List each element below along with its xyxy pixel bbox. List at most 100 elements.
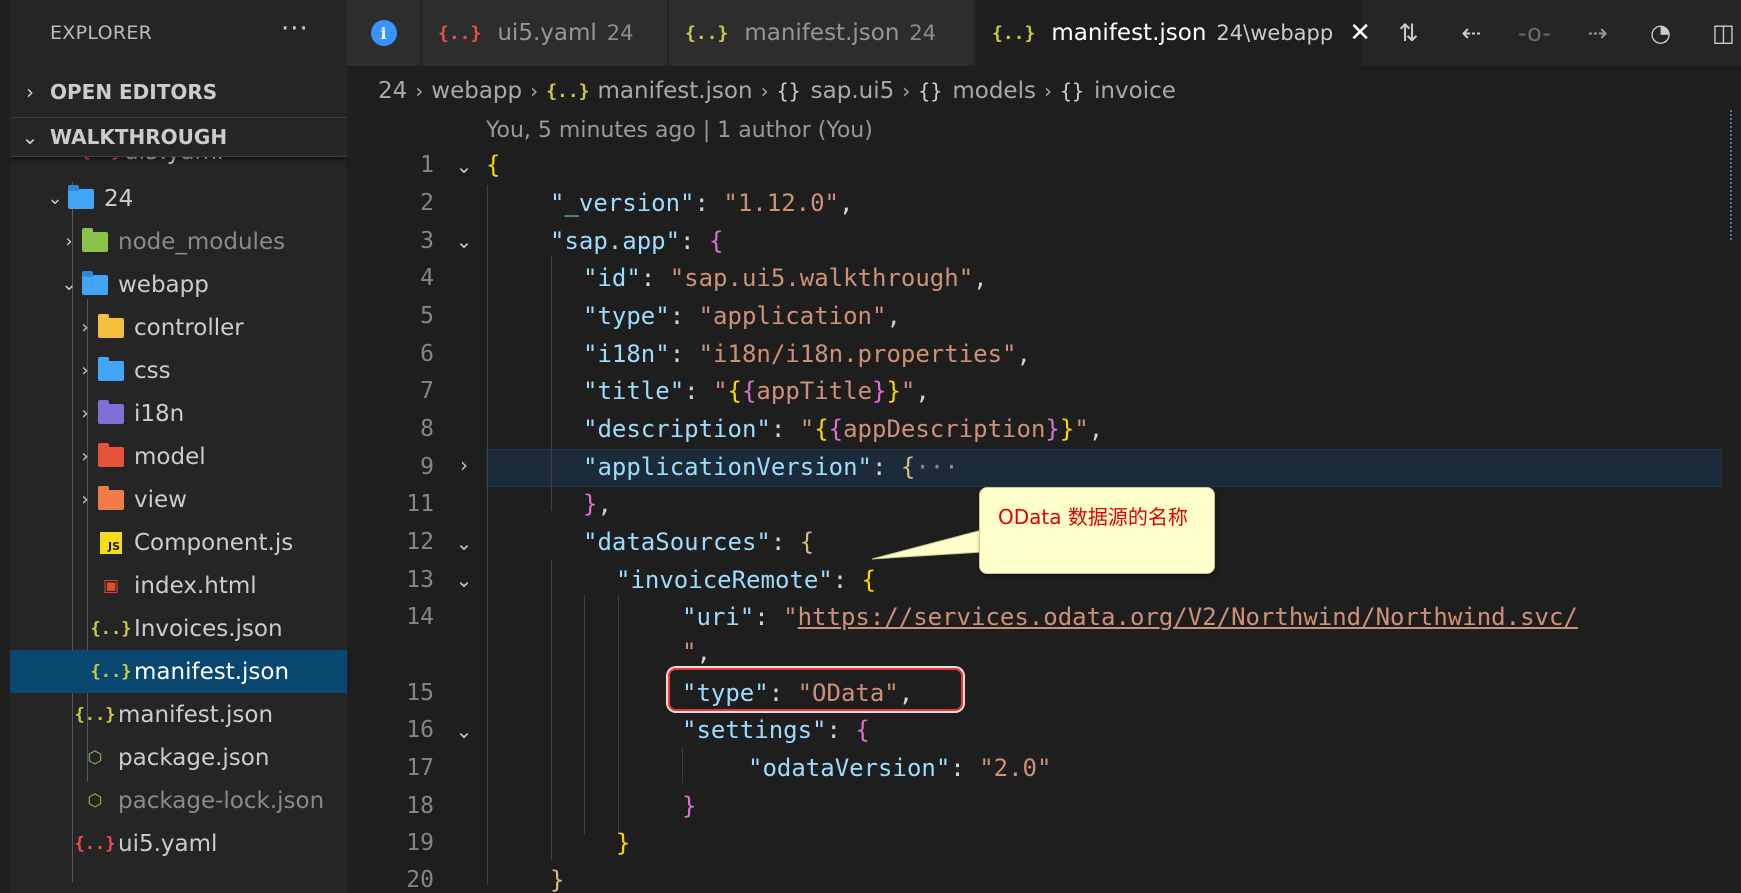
tree-item-label: css — [134, 357, 171, 384]
breadcrumb-item[interactable]: webapp — [431, 78, 522, 104]
tree-item-label: Invoices.json — [134, 615, 283, 642]
json-key: "invoiceRemote" — [616, 566, 833, 594]
code-line-1[interactable]: { — [486, 151, 500, 179]
tree-item-label: package.json — [118, 744, 270, 771]
breadcrumb-item[interactable]: 24 — [378, 78, 407, 104]
code-line-6[interactable]: "i18n": "i18n/i18n.properties", — [583, 340, 1031, 368]
chevron-right-icon: › — [81, 317, 89, 338]
tab-ui5-yaml[interactable]: {..} ui5.yaml 24 — [422, 0, 668, 66]
tree-folder-controller[interactable]: › controller — [10, 306, 347, 349]
breadcrumb-item[interactable]: models — [952, 78, 1036, 104]
close-icon[interactable]: ✕ — [1349, 18, 1371, 48]
code-line-16[interactable]: "settings": { — [682, 716, 870, 744]
tree-folder-css[interactable]: › css — [10, 349, 347, 392]
tree-folder-24[interactable]: ⌄ 24 — [10, 177, 347, 220]
line-number: 16 — [406, 717, 434, 743]
json-value-url[interactable]: https://services.odata.org/V2/Northwind/… — [798, 603, 1578, 631]
breadcrumb-item[interactable]: invoice — [1094, 78, 1176, 104]
tree-item-package-json[interactable]: ⬡ package.json — [10, 736, 347, 779]
code-line-18[interactable]: } — [682, 792, 696, 820]
tab-label: ui5.yaml — [497, 20, 597, 46]
breadcrumb-item[interactable]: manifest.json — [598, 78, 753, 104]
fold-expanded-icon[interactable]: ⌄ — [452, 531, 476, 555]
next-change-icon[interactable]: ⇢ — [1566, 19, 1629, 47]
code-line-3[interactable]: "sap.app": { — [550, 227, 723, 255]
fold-expanded-icon[interactable]: ⌄ — [452, 719, 476, 743]
code-line-5[interactable]: "type": "application", — [583, 302, 901, 330]
code-line-14-wrap: ", — [682, 638, 711, 666]
tree-folder-model[interactable]: › model — [10, 435, 347, 478]
code-line-11[interactable]: }, — [583, 490, 612, 518]
fold-collapsed-icon[interactable]: › — [452, 453, 476, 477]
previous-change-icon[interactable]: ⇠ — [1440, 19, 1503, 47]
code-line-8[interactable]: "description": "{{appDescription}}", — [583, 415, 1103, 443]
tree-item-invoices-json[interactable]: {..} Invoices.json — [10, 607, 347, 650]
tree-folder-i18n[interactable]: › i18n — [10, 392, 347, 435]
yaml-icon: {..} — [74, 833, 116, 854]
section-walkthrough[interactable]: ⌄ WALKTHROUGH — [10, 117, 347, 157]
callout-pointer — [872, 529, 983, 560]
code-line-13[interactable]: "invoiceRemote": { — [616, 566, 876, 594]
json-key: "description" — [583, 415, 771, 443]
code-line-9[interactable]: "applicationVersion": {··· — [583, 453, 959, 481]
folder-view-icon — [98, 485, 124, 510]
explorer-title: EXPLORER — [50, 22, 153, 44]
fold-expanded-icon[interactable]: ⌄ — [452, 229, 476, 253]
line-number: 8 — [420, 416, 434, 442]
code-line-2[interactable]: "_version": "1.12.0", — [550, 189, 853, 217]
tree-item-package-lock-json[interactable]: ⬡ package-lock.json — [10, 779, 347, 822]
line-number: 15 — [406, 680, 434, 706]
indent-guide — [487, 185, 488, 885]
tab-description: 24\webapp — [1216, 21, 1334, 45]
code-line-17[interactable]: "odataVersion": "2.0" — [748, 754, 1051, 782]
fold-expanded-icon[interactable]: ⌄ — [452, 568, 476, 592]
code-line-4[interactable]: "id": "sap.ui5.walkthrough", — [583, 264, 988, 292]
tab-manifest-json-24[interactable]: {..} manifest.json 24 — [669, 0, 975, 66]
tree-item-component-js[interactable]: JS Component.js — [10, 521, 347, 564]
git-branch-icon[interactable]: ◔ — [1629, 19, 1692, 47]
folded-ellipsis[interactable]: ··· — [915, 453, 958, 481]
tree-item-ui5-yaml-root[interactable]: {..} ui5.yaml — [10, 822, 347, 865]
line-number: 13 — [406, 567, 434, 593]
info-icon: i — [370, 20, 397, 46]
tab-manifest-json-webapp-active[interactable]: {..} manifest.json 24\webapp ✕ — [976, 0, 1371, 66]
json-file-icon: {..} — [90, 661, 132, 682]
tab-info[interactable]: i — [347, 0, 421, 66]
tree-item-index-html[interactable]: ▣ index.html — [10, 564, 347, 607]
section-label: WALKTHROUGH — [50, 125, 228, 149]
tree-item-label: node_modules — [118, 228, 286, 255]
fold-expanded-icon[interactable]: ⌄ — [452, 154, 476, 178]
tree-folder-node-modules[interactable]: › node_modules — [10, 220, 347, 263]
json-key: "applicationVersion" — [583, 453, 872, 481]
editor-tab-bar: i {..} ui5.yaml 24 {..} manifest.json 24… — [347, 0, 1741, 66]
tree-item-manifest-json[interactable]: {..} manifest.json — [10, 693, 347, 736]
more-actions-icon[interactable]: ··· — [281, 14, 309, 44]
tree-folder-webapp[interactable]: ⌄ webapp — [10, 263, 347, 306]
tree-folder-view[interactable]: › view — [10, 478, 347, 521]
git-commit-icon[interactable]: -o- — [1503, 19, 1566, 47]
code-line-7[interactable]: "title": "{{appTitle}}", — [583, 377, 930, 405]
code-line-20[interactable]: } — [550, 866, 564, 893]
breadcrumb: 24 › webapp › {..} manifest.json › {} sa… — [378, 72, 1176, 110]
json-file-icon: {..} — [546, 80, 590, 102]
object-icon: {} — [918, 79, 943, 103]
indent-guide — [682, 748, 683, 783]
chevron-right-icon: › — [65, 231, 73, 252]
folder-i18n-icon — [98, 399, 124, 424]
tree-item-manifest-json-selected[interactable]: {..} manifest.json — [10, 650, 347, 693]
tree-item-label: Component.js — [134, 529, 294, 556]
minimap-indicator — [1730, 110, 1736, 240]
section-open-editors[interactable]: › OPEN EDITORS — [10, 72, 347, 112]
json-value: "2.0" — [979, 754, 1052, 782]
code-line-19[interactable]: } — [616, 829, 630, 857]
json-file-icon: {..} — [992, 22, 1036, 44]
json-value: "application" — [698, 302, 887, 330]
code-line-14[interactable]: "uri": "https://services.odata.org/V2/No… — [682, 603, 1578, 631]
breadcrumb-item[interactable]: sap.ui5 — [811, 78, 895, 104]
json-key: "id" — [583, 264, 641, 292]
chevron-down-icon: ⌄ — [47, 188, 63, 209]
git-blame-annotation[interactable]: You, 5 minutes ago | 1 author (You) — [486, 118, 873, 143]
compare-changes-icon[interactable]: ⇅ — [1377, 19, 1440, 47]
code-line-12[interactable]: "dataSources": { — [583, 528, 814, 556]
split-editor-icon[interactable]: ◫ — [1692, 19, 1741, 47]
